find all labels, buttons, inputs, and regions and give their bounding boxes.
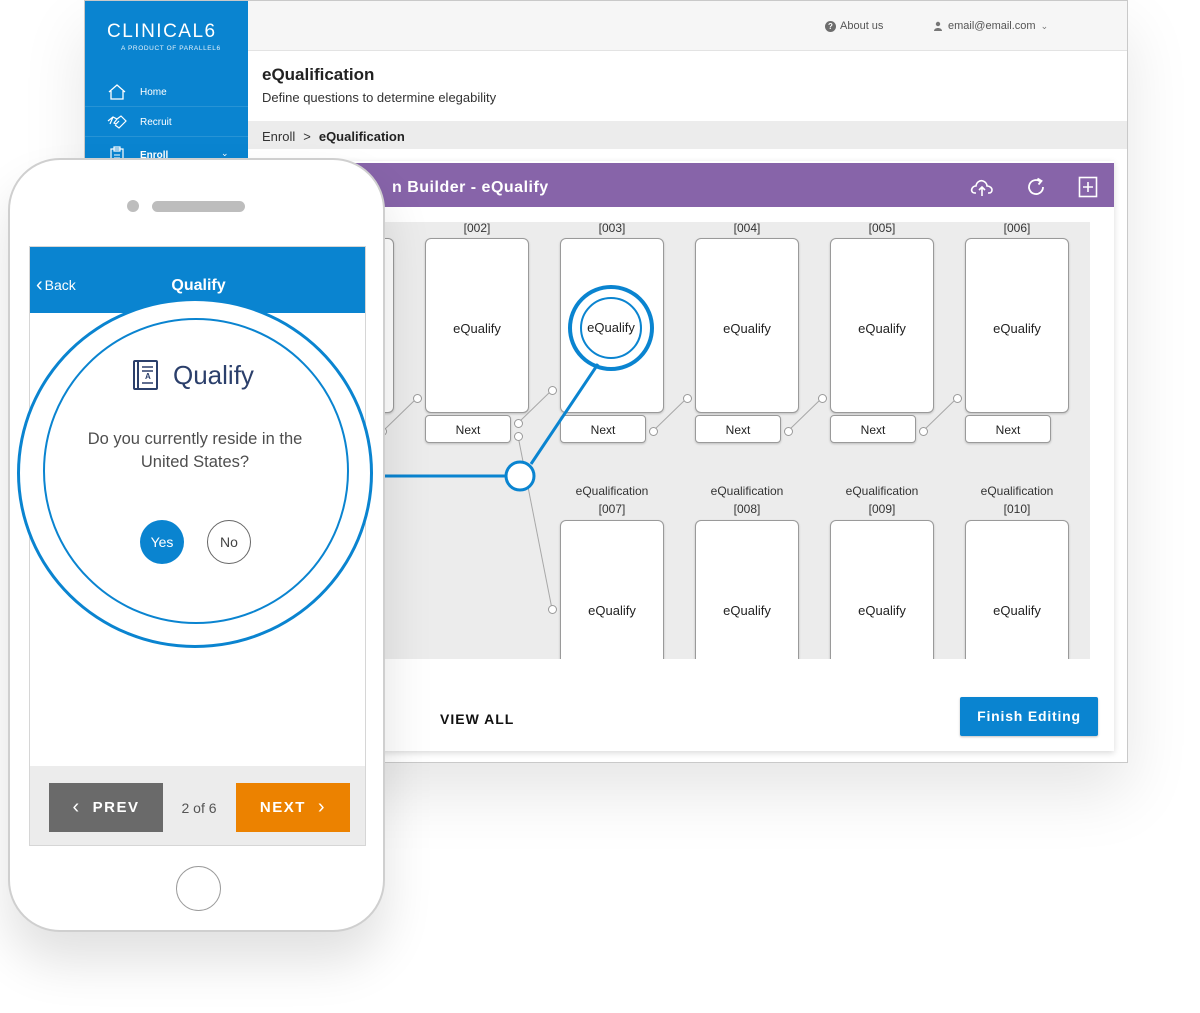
home-icon <box>108 84 126 100</box>
flow-node[interactable] <box>784 427 793 436</box>
brand-logo: CLINICAL6 A PRODUCT OF PARALLEL6 <box>107 21 221 52</box>
flow-node[interactable] <box>683 394 692 403</box>
card-name: eQualification <box>980 484 1054 498</box>
no-button[interactable]: No <box>207 520 251 564</box>
document-icon: A <box>133 360 158 390</box>
chevron-down-icon: ⌄ <box>1040 20 1049 31</box>
sidebar-item-label: Recruit <box>140 117 172 128</box>
chevron-right-icon: › <box>317 796 327 818</box>
flow-node[interactable] <box>514 419 523 428</box>
card-label: eQualify <box>588 603 636 618</box>
next-label: NEXT <box>259 799 306 816</box>
yes-button[interactable]: Yes <box>140 520 184 564</box>
flow-node[interactable] <box>649 427 658 436</box>
flow-node[interactable] <box>548 605 557 614</box>
phone-footer: ‹ PREV 2 of 6 NEXT › <box>30 766 365 845</box>
breadcrumb-current: eQualification <box>318 129 405 144</box>
help-icon: ? <box>825 20 836 32</box>
card-id: [010] <box>1003 502 1031 516</box>
brand-tagline: A PRODUCT OF PARALLEL6 <box>121 45 221 52</box>
phone-speaker <box>152 201 245 212</box>
question-text: Do you currently reside in the United St… <box>87 430 303 471</box>
card-name: eQualification <box>575 484 649 498</box>
breadcrumb: Enroll > eQualification <box>248 121 1127 149</box>
page-subtitle: Define questions to determine elegabilit… <box>262 90 497 105</box>
card-label: eQualify <box>858 603 906 618</box>
card-id: [009] <box>868 502 896 516</box>
refresh-icon[interactable] <box>1024 175 1048 199</box>
card-label: eQualify <box>993 603 1041 618</box>
flow-card[interactable]: eQualify <box>695 520 799 659</box>
flow-node[interactable] <box>548 386 557 395</box>
card-label: eQualify <box>723 603 771 618</box>
finish-editing-button[interactable]: Finish Editing <box>960 697 1098 736</box>
sidebar-item-label: Home <box>140 87 167 98</box>
card-name: eQualification <box>710 484 784 498</box>
user-icon <box>934 21 942 31</box>
cloud-upload-icon[interactable] <box>970 175 994 199</box>
page-counter: 2 of 6 <box>181 800 217 816</box>
phone-header-title: Qualify <box>171 277 226 294</box>
flow-card[interactable]: eQualify <box>830 520 934 659</box>
flow-node[interactable] <box>514 432 523 441</box>
prev-label: PREV <box>92 799 140 816</box>
chevron-left-icon: ‹ <box>72 796 81 818</box>
page-title: eQualification <box>262 65 375 84</box>
zoom-card-label: eQualify <box>587 320 635 335</box>
next-button[interactable]: NEXT › <box>236 783 350 832</box>
home-button[interactable] <box>176 866 221 911</box>
add-page-icon[interactable] <box>1076 175 1100 199</box>
card-name: eQualification <box>845 484 919 498</box>
account-label: email@email.com <box>948 20 1036 32</box>
qualify-brand-label: Qualify <box>173 359 254 390</box>
topbar: ? About us email@email.com ⌄ <box>248 1 1127 51</box>
brand-name: CLINICAL6 <box>107 21 217 42</box>
about-label: About us <box>840 20 884 32</box>
flow-node[interactable] <box>413 394 422 403</box>
view-all-link[interactable]: VIEW ALL <box>440 711 514 727</box>
phone-camera <box>127 200 139 212</box>
flow-card[interactable]: eQualify <box>560 520 664 659</box>
prev-button[interactable]: ‹ PREV <box>49 783 163 832</box>
card-id: [008] <box>733 502 761 516</box>
breadcrumb-separator: > <box>303 129 311 144</box>
about-link[interactable]: ? About us <box>825 20 883 32</box>
flow-node[interactable] <box>818 394 827 403</box>
breadcrumb-parent[interactable]: Enroll <box>262 129 295 144</box>
handshake-icon <box>107 115 127 129</box>
account-menu[interactable]: email@email.com ⌄ <box>933 20 1048 32</box>
sidebar-item-recruit[interactable]: Recruit <box>85 107 248 137</box>
flow-card[interactable]: eQualify <box>965 520 1069 659</box>
flow-node[interactable] <box>953 394 962 403</box>
sidebar-item-home[interactable]: Home <box>85 77 248 107</box>
flow-node[interactable] <box>919 427 928 436</box>
card-id: [007] <box>598 502 626 516</box>
builder-title: n Builder - eQualify <box>392 179 549 196</box>
qualify-brand: A Qualify <box>131 359 254 391</box>
svg-text:A: A <box>145 372 151 381</box>
